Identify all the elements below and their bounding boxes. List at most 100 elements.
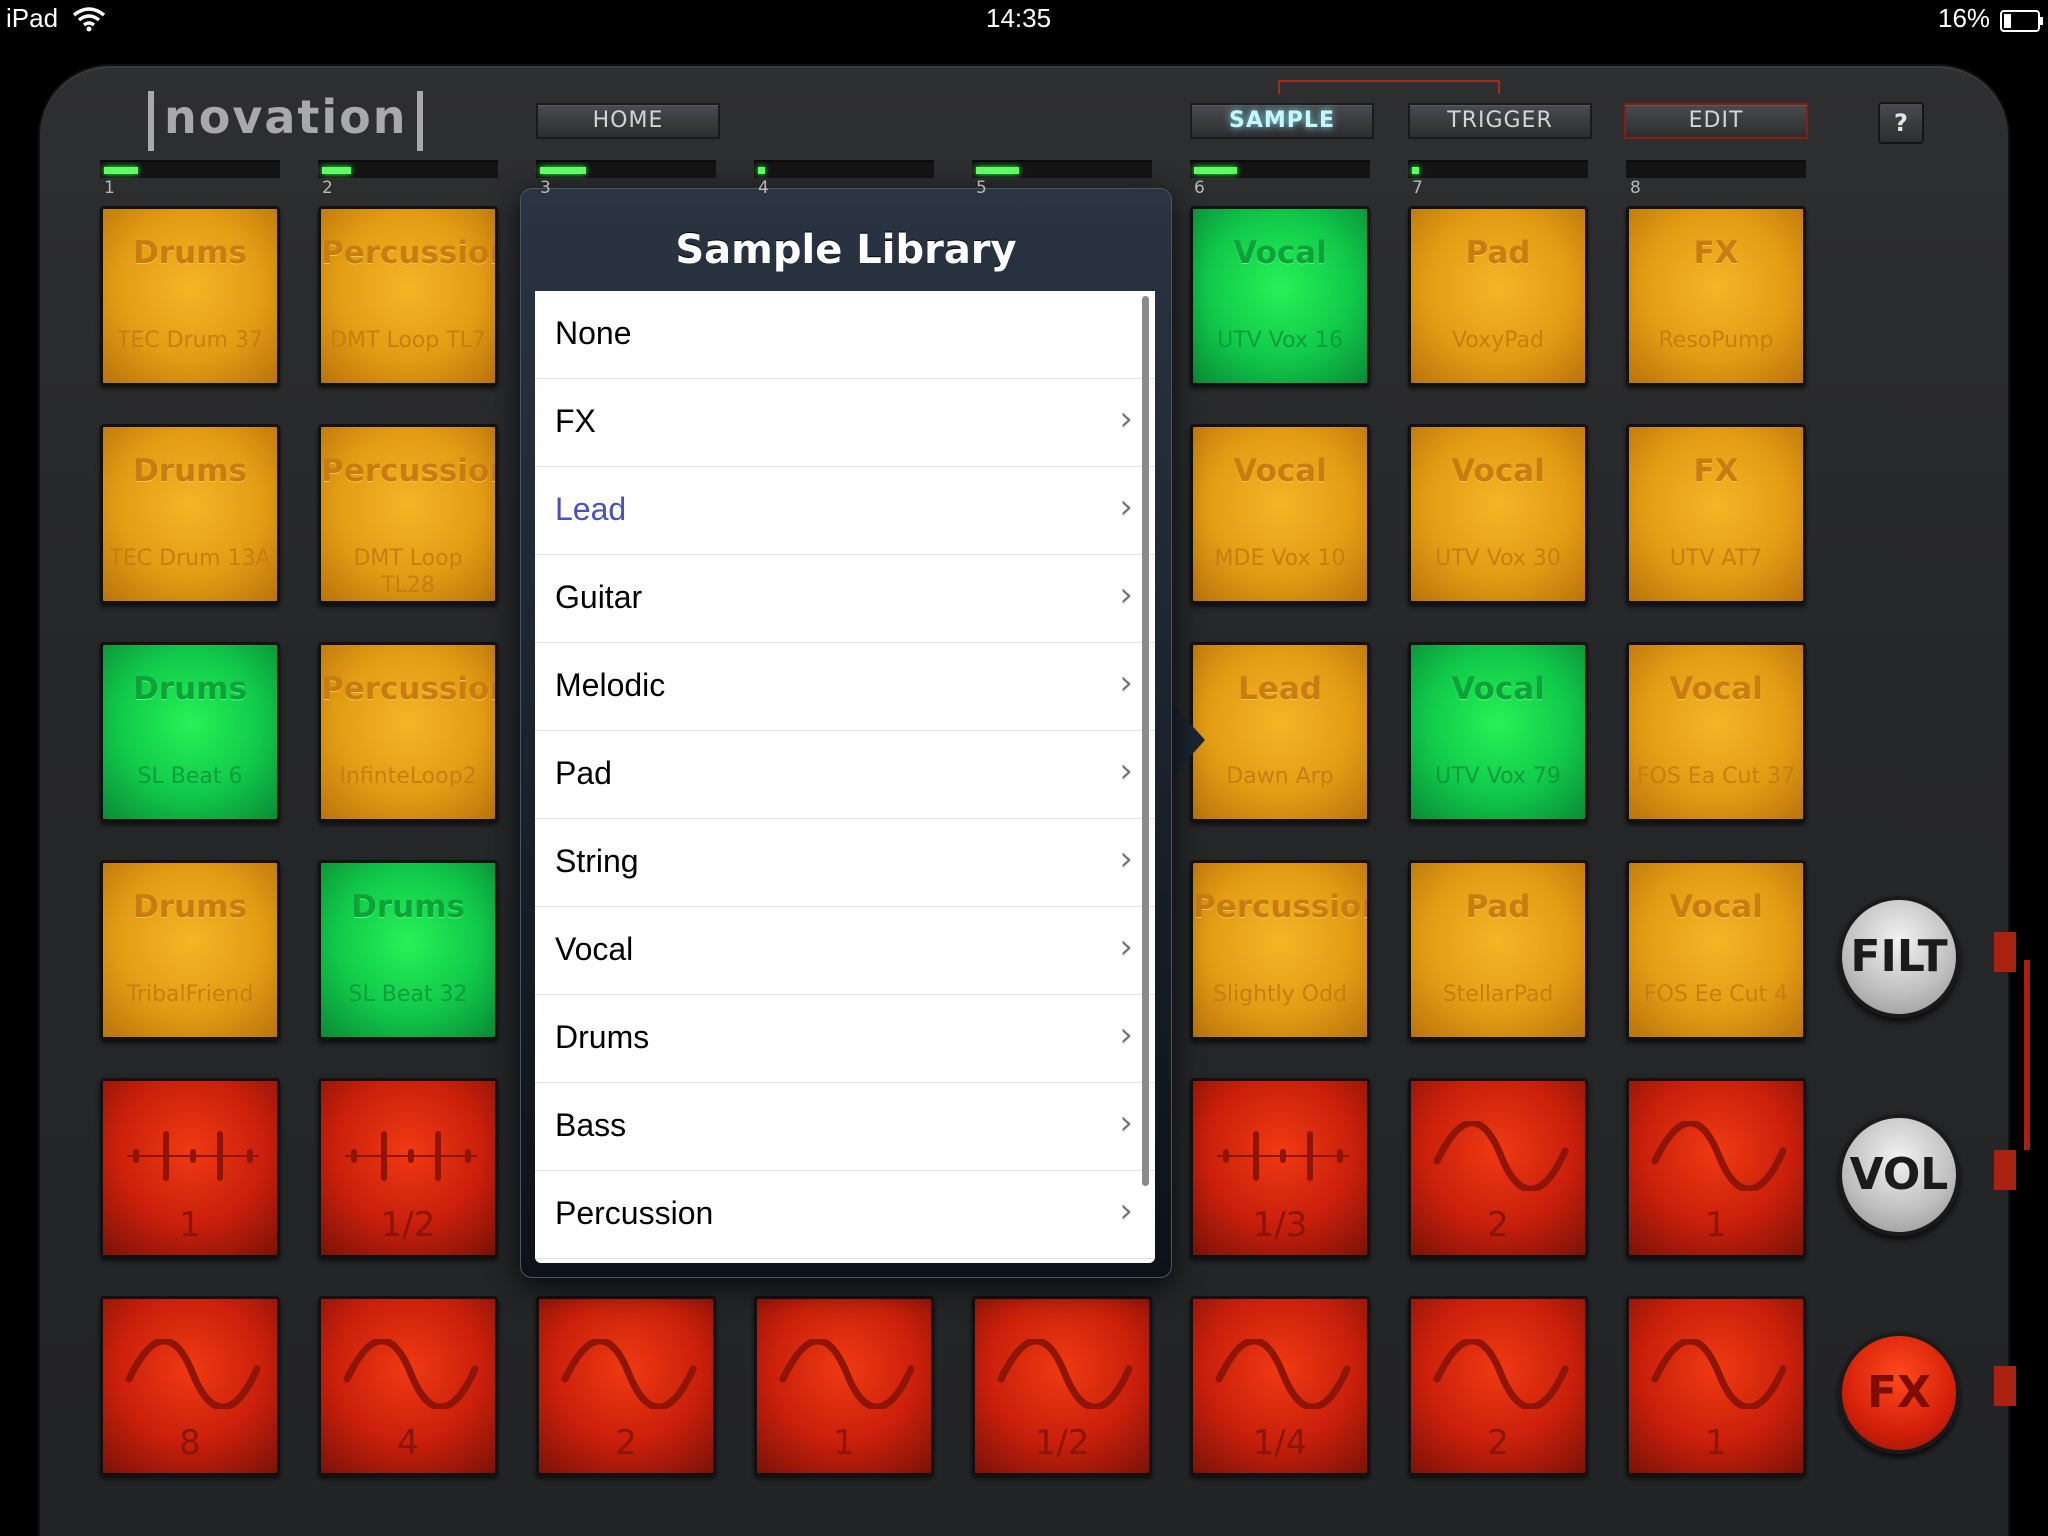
pad-category: Drums (351, 889, 465, 925)
gate-icon (345, 1131, 477, 1181)
sample-pad[interactable]: Drums TribalFriend (100, 860, 280, 1040)
pad-rate-value: 2 (615, 1423, 637, 1463)
effect-pad[interactable]: 2 (536, 1296, 716, 1476)
pad-category: Vocal (1669, 671, 1763, 707)
chevron-right-icon: › (1119, 751, 1133, 791)
sample-pad[interactable]: Vocal FOS Ea Cut 37 (1626, 642, 1806, 822)
pad-category: Vocal (1451, 453, 1545, 489)
library-item-string[interactable]: String › (535, 819, 1155, 907)
effect-pad[interactable]: 1 (1626, 1078, 1806, 1258)
library-item-label: Percussion (555, 1195, 714, 1231)
effect-pad[interactable]: 1/2 (972, 1296, 1152, 1476)
clock: 14:35 (986, 3, 1052, 33)
sine-wave-icon (1215, 1339, 1351, 1409)
pad-sample-name: UTV AT7 (1669, 546, 1763, 571)
chevron-right-icon: › (1119, 839, 1133, 879)
filter-button[interactable]: FILT (1838, 896, 1960, 1018)
sample-pad[interactable]: FX ResoPump (1626, 206, 1806, 386)
meter-level (758, 167, 765, 174)
library-item-pad[interactable]: Pad › (535, 731, 1155, 819)
pad-rate-value: 2 (1487, 1423, 1509, 1463)
sample-mode-button[interactable]: SAMPLE (1190, 103, 1374, 139)
effect-pad[interactable]: 2 (1408, 1296, 1588, 1476)
sample-pad[interactable]: Vocal UTV Vox 79 (1408, 642, 1588, 822)
sample-pad[interactable]: Vocal FOS Ee Cut 4 (1626, 860, 1806, 1040)
effect-pad[interactable]: 1 (100, 1078, 280, 1258)
effect-pad[interactable]: 1/4 (1190, 1296, 1370, 1476)
sine-wave-icon (1651, 1121, 1787, 1191)
library-item-percussion[interactable]: Percussion › (535, 1171, 1155, 1259)
library-item-label: String (555, 843, 639, 879)
pad-rate-value: 1/2 (1034, 1423, 1090, 1463)
library-item-drums[interactable]: Drums › (535, 995, 1155, 1083)
pad-rate-value: 2 (1487, 1205, 1509, 1245)
battery-percent: 16% (1938, 3, 1991, 33)
chevron-right-icon: › (1119, 663, 1133, 703)
sample-pad[interactable]: Lead Dawn Arp (1190, 642, 1370, 822)
sample-pad[interactable]: Percussion DMT Loop TL28 (318, 424, 498, 604)
pad-rate-value: 1/3 (1252, 1205, 1308, 1245)
mode-bracket (1278, 80, 1500, 94)
volume-indicator (1994, 1150, 2016, 1190)
sample-pad[interactable]: Pad StellarPad (1408, 860, 1588, 1040)
effect-pad[interactable]: 1/3 (1190, 1078, 1370, 1258)
fx-button[interactable]: FX (1838, 1332, 1960, 1454)
library-item-guitar[interactable]: Guitar › (535, 555, 1155, 643)
sample-pad[interactable]: FX UTV AT7 (1626, 424, 1806, 604)
chevron-right-icon: › (1119, 1191, 1133, 1231)
volume-button[interactable]: VOL (1838, 1114, 1960, 1236)
channel-number: 5 (976, 178, 987, 198)
sample-pad[interactable]: Drums SL Beat 6 (100, 642, 280, 822)
logo-text: novation (164, 90, 408, 144)
channel-meter-7 (1408, 160, 1588, 178)
pad-sample-name: TribalFriend (126, 982, 254, 1007)
pad-sample-name: UTV Vox 30 (1435, 546, 1561, 571)
help-button[interactable]: ? (1878, 102, 1924, 144)
effect-pad[interactable]: 1 (754, 1296, 934, 1476)
library-item-label: Lead (555, 491, 627, 527)
pad-sample-name: SL Beat 32 (348, 982, 468, 1007)
trigger-mode-button[interactable]: TRIGGER (1408, 103, 1592, 139)
library-item-label: FX (555, 403, 596, 439)
sample-pad[interactable]: Vocal UTV Vox 30 (1408, 424, 1588, 604)
pad-category: Drums (133, 453, 247, 489)
sample-pad[interactable]: Drums TEC Drum 13A (100, 424, 280, 604)
library-item-vocal[interactable]: Vocal › (535, 907, 1155, 995)
edit-button[interactable]: EDIT (1624, 103, 1808, 139)
pad-rate-value: 1/2 (380, 1205, 436, 1245)
channel-number: 2 (322, 178, 333, 198)
sine-wave-icon (1433, 1121, 1569, 1191)
library-item-melodic[interactable]: Melodic › (535, 643, 1155, 731)
effect-pad[interactable]: 1/2 (318, 1078, 498, 1258)
meter-level (322, 167, 351, 174)
effect-pad[interactable]: 1 (1626, 1296, 1806, 1476)
effect-pad[interactable]: 8 (100, 1296, 280, 1476)
sample-pad[interactable]: Percussion DMT Loop TL7 (318, 206, 498, 386)
list-scrollbar[interactable] (1142, 296, 1149, 1186)
pad-category: Vocal (1669, 889, 1763, 925)
library-item-bass[interactable]: Bass › (535, 1083, 1155, 1171)
sample-pad[interactable]: Percussion InfinteLoop2 (318, 642, 498, 822)
sample-pad[interactable]: Drums TEC Drum 37 (100, 206, 280, 386)
status-bar: iPad 14:35 16% (0, 0, 2048, 40)
sample-pad[interactable]: Percussion Slightly Odd (1190, 860, 1370, 1040)
library-item-fx[interactable]: FX › (535, 379, 1155, 467)
sample-pad[interactable]: Vocal UTV Vox 16 (1190, 206, 1370, 386)
pad-sample-name: SL Beat 6 (137, 764, 243, 789)
channel-meter-4 (754, 160, 934, 178)
sample-pad[interactable]: Vocal MDE Vox 10 (1190, 424, 1370, 604)
channel-meter-5 (972, 160, 1152, 178)
pad-sample-name: TEC Drum 37 (116, 328, 264, 353)
gate-icon (1217, 1131, 1349, 1181)
pad-category: Vocal (1451, 671, 1545, 707)
effect-pad[interactable]: 4 (318, 1296, 498, 1476)
sample-pad[interactable]: Drums SL Beat 32 (318, 860, 498, 1040)
home-button[interactable]: HOME (536, 103, 720, 139)
pad-category: Pad (1465, 889, 1531, 925)
library-item-none[interactable]: None (535, 291, 1155, 379)
library-item-lead[interactable]: Lead › (535, 467, 1155, 555)
pad-sample-name: FOS Ea Cut 37 (1636, 764, 1796, 789)
fx-indicator (1994, 1366, 2016, 1406)
sample-pad[interactable]: Pad VoxyPad (1408, 206, 1588, 386)
effect-pad[interactable]: 2 (1408, 1078, 1588, 1258)
